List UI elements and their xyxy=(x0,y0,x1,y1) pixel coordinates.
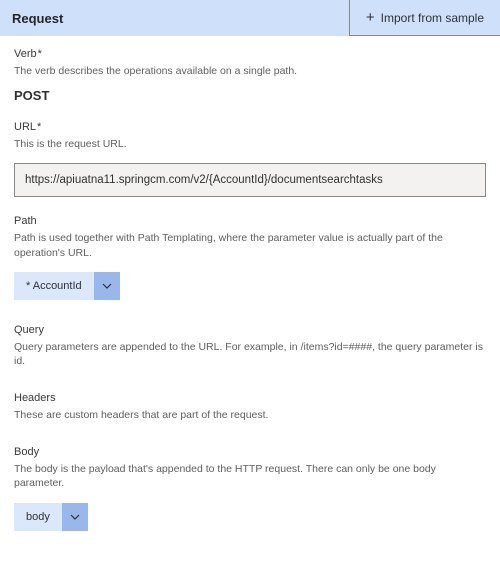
plus-icon: + xyxy=(366,10,375,25)
import-button-label: Import from sample xyxy=(381,11,484,25)
url-section: URL* This is the request URL. xyxy=(14,121,486,197)
import-from-sample-button[interactable]: + Import from sample xyxy=(349,0,500,36)
path-label: Path xyxy=(14,215,486,227)
body-label: Body xyxy=(14,446,486,458)
verb-description: The verb describes the operations availa… xyxy=(14,64,486,78)
path-param-dropdown[interactable]: * AccountId xyxy=(14,272,120,300)
url-label: URL* xyxy=(14,121,486,133)
query-section: Query Query parameters are appended to t… xyxy=(14,324,486,368)
url-input[interactable] xyxy=(14,163,486,197)
body-section: Body The body is the payload that's appe… xyxy=(14,446,486,530)
query-label: Query xyxy=(14,324,486,336)
verb-section: Verb* The verb describes the operations … xyxy=(14,48,486,103)
path-param-label: * AccountId xyxy=(14,272,94,300)
verb-label-text: Verb xyxy=(14,48,37,60)
chevron-down-icon xyxy=(94,272,120,300)
panel-header: Request + Import from sample xyxy=(0,0,500,36)
verb-label: Verb* xyxy=(14,48,486,60)
body-description: The body is the payload that's appended … xyxy=(14,462,486,490)
headers-section: Headers These are custom headers that ar… xyxy=(14,392,486,422)
headers-label: Headers xyxy=(14,392,486,404)
panel-title: Request xyxy=(12,11,63,26)
required-marker: * xyxy=(37,121,41,133)
request-panel: Request + Import from sample Verb* The v… xyxy=(0,0,500,567)
path-description: Path is used together with Path Templati… xyxy=(14,231,486,259)
headers-description: These are custom headers that are part o… xyxy=(14,408,486,422)
panel-body: Verb* The verb describes the operations … xyxy=(0,36,500,567)
url-description: This is the request URL. xyxy=(14,137,486,151)
verb-value: POST xyxy=(14,88,486,103)
path-section: Path Path is used together with Path Tem… xyxy=(14,215,486,299)
url-label-text: URL xyxy=(14,121,36,133)
query-description: Query parameters are appended to the URL… xyxy=(14,340,486,368)
required-marker: * xyxy=(38,48,42,60)
